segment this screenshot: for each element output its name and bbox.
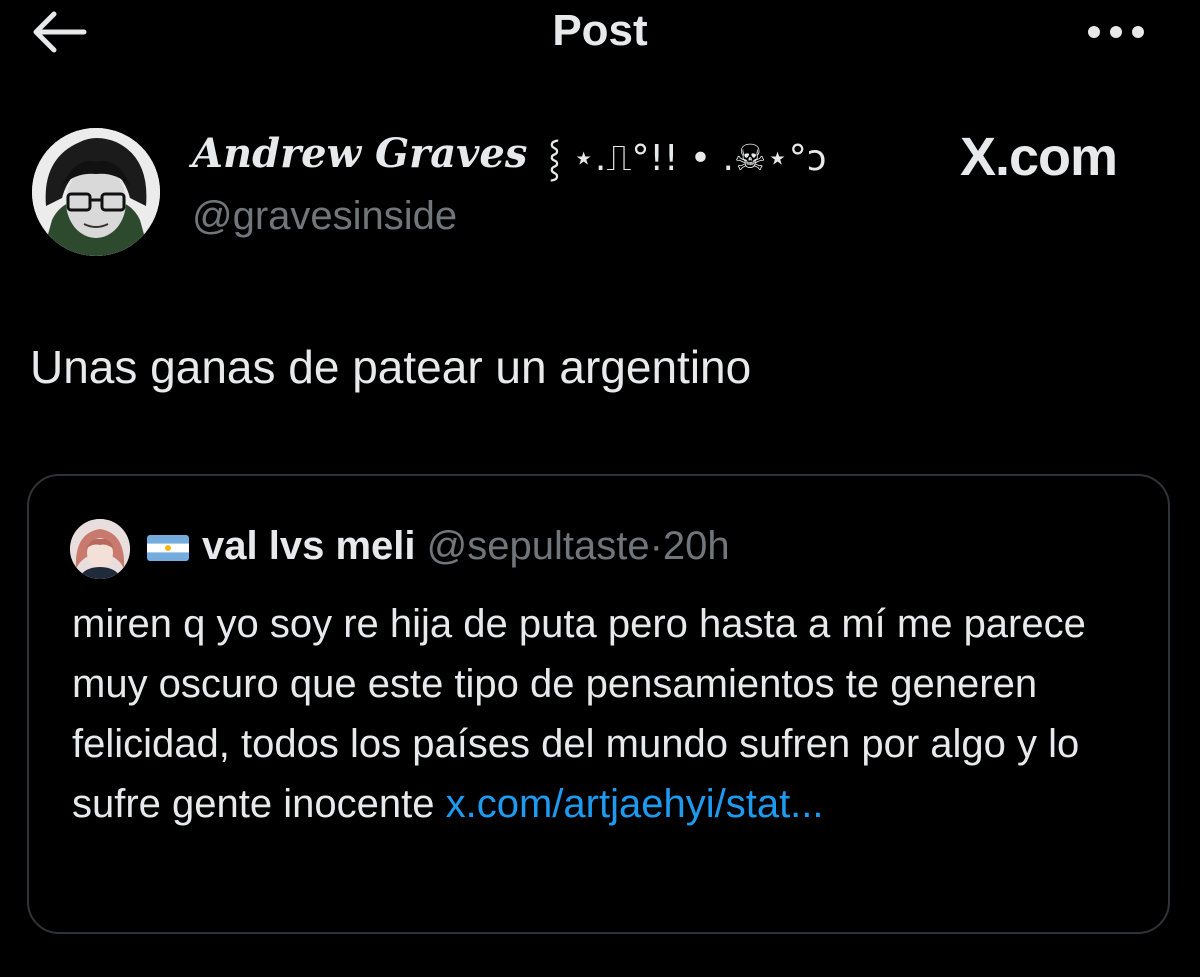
quoted-author-name[interactable]: val lvs meli <box>202 524 415 568</box>
avatar-illustration <box>32 128 160 256</box>
x-com-watermark: X.com <box>960 127 1118 187</box>
page-title: Post <box>552 6 648 55</box>
author-avatar[interactable] <box>32 128 160 256</box>
author-name-decoration: ⸾ ⋆.⎍°!! • .☠⋆°ↄ <box>548 138 827 179</box>
separator-dot: · <box>649 524 663 568</box>
quoted-post-card[interactable]: val lvs meli @sepultaste·20h miren q yo … <box>27 474 1170 934</box>
quoted-avatar-illustration <box>70 519 130 579</box>
more-horizontal-icon <box>1088 26 1144 38</box>
quoted-post-text: miren q yo soy re hija de puta pero hast… <box>72 594 1152 834</box>
quoted-post-link[interactable]: x.com/artjaehyi/stat... <box>446 782 824 826</box>
author-display-name[interactable]: Andrew Graves <box>192 130 527 177</box>
post-text: Unas ganas de patear un argentino <box>30 341 752 393</box>
argentina-flag-icon <box>147 535 189 561</box>
author-handle[interactable]: @gravesinside <box>192 194 457 239</box>
more-options-button[interactable] <box>1084 18 1148 46</box>
quoted-author-handle[interactable]: @sepultaste <box>427 524 650 568</box>
quoted-post-time[interactable]: 20h <box>663 524 730 568</box>
quoted-author-avatar[interactable] <box>70 519 130 579</box>
top-bar: Post <box>0 0 1200 64</box>
quoted-post-header: val lvs meli @sepultaste·20h <box>202 524 730 569</box>
